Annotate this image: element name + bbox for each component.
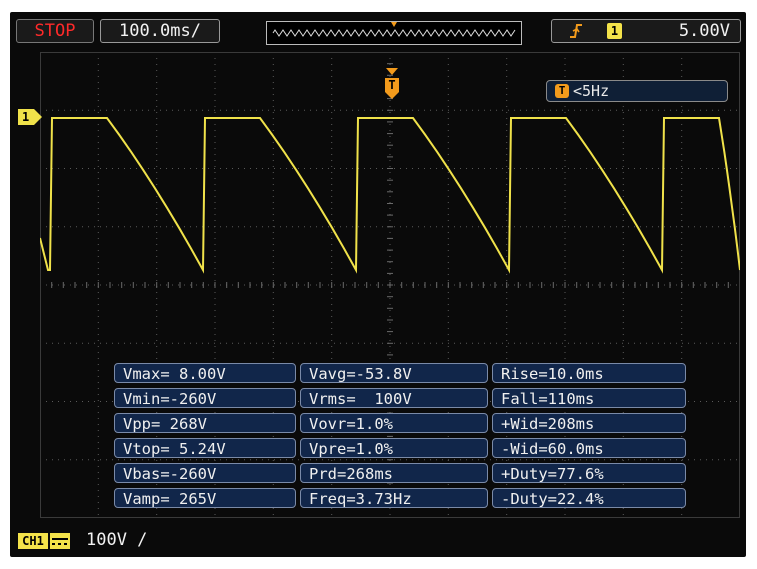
- measurement-rise: Rise=10.0ms: [492, 363, 686, 383]
- frequency-counter: T <5Hz: [546, 80, 728, 102]
- timebase-readout[interactable]: 100.0ms/: [100, 19, 220, 43]
- measurement-pos-width: +Wid=208ms: [492, 413, 686, 433]
- trigger-position-marker[interactable]: T: [382, 68, 402, 102]
- measurement-vpre: Vpre=1.0%: [300, 438, 488, 458]
- measurement-vpp: Vpp= 268V: [114, 413, 296, 433]
- measurement-row: Vbas=-260V Prd=268ms +Duty=77.6%: [114, 463, 686, 485]
- measurement-vamp: Vamp= 265V: [114, 488, 296, 508]
- measurement-vmax: Vmax= 8.00V: [114, 363, 296, 383]
- dc-coupling-icon: [50, 533, 70, 549]
- measurement-vtop: Vtop= 5.24V: [114, 438, 296, 458]
- measurement-vbas: Vbas=-260V: [114, 463, 296, 483]
- channel1-ground-marker[interactable]: 1: [18, 108, 44, 126]
- memory-position-bar[interactable]: [266, 21, 522, 45]
- measurement-row: Vmax= 8.00V Vavg=-53.8V Rise=10.0ms: [114, 363, 686, 385]
- measurement-neg-duty: -Duty=22.4%: [492, 488, 686, 508]
- run-stop-indicator[interactable]: STOP: [16, 19, 94, 43]
- channel1-marker-label: 1: [22, 110, 30, 124]
- measurement-vovr: Vovr=1.0%: [300, 413, 488, 433]
- measurement-pos-duty: +Duty=77.6%: [492, 463, 686, 483]
- frequency-counter-value: <5Hz: [573, 82, 610, 100]
- bottom-status-bar: CH1 100V /: [10, 519, 746, 557]
- trigger-marker-label: T: [388, 78, 396, 92]
- oscilloscope-screen: STOP 100.0ms/ 1 5.00V 1 T T <5Hz Vmax= 8…: [10, 12, 746, 557]
- rising-edge-icon: [570, 24, 582, 38]
- trigger-source-badge: 1: [607, 23, 622, 39]
- measurement-row: Vtop= 5.24V Vpre=1.0% -Wid=60.0ms: [114, 438, 686, 460]
- measurement-panel: Vmax= 8.00V Vavg=-53.8V Rise=10.0ms Vmin…: [114, 363, 686, 511]
- measurement-vmin: Vmin=-260V: [114, 388, 296, 408]
- measurement-row: Vpp= 268V Vovr=1.0% +Wid=208ms: [114, 413, 686, 435]
- memory-trigger-pointer: [391, 22, 397, 27]
- measurement-row: Vamp= 265V Freq=3.73Hz -Duty=22.4%: [114, 488, 686, 510]
- memory-waveform-preview: [272, 22, 516, 37]
- measurement-period: Prd=268ms: [300, 463, 488, 483]
- measurement-fall: Fall=110ms: [492, 388, 686, 408]
- trigger-level-readout: 5.00V: [678, 21, 730, 41]
- top-status-bar: STOP 100.0ms/ 1 5.00V: [10, 12, 746, 50]
- channel1-scale-readout[interactable]: 100V /: [86, 529, 147, 551]
- measurement-neg-width: -Wid=60.0ms: [492, 438, 686, 458]
- trigger-status-box[interactable]: 1 5.00V: [551, 19, 741, 43]
- measurement-vrms: Vrms= 100V: [300, 388, 488, 408]
- channel1-badge[interactable]: CH1: [18, 533, 48, 549]
- trigger-t-badge: T: [555, 84, 569, 98]
- measurement-vavg: Vavg=-53.8V: [300, 363, 488, 383]
- channel1-trace: [40, 117, 740, 274]
- measurement-frequency: Freq=3.73Hz: [300, 488, 488, 508]
- measurement-row: Vmin=-260V Vrms= 100V Fall=110ms: [114, 388, 686, 410]
